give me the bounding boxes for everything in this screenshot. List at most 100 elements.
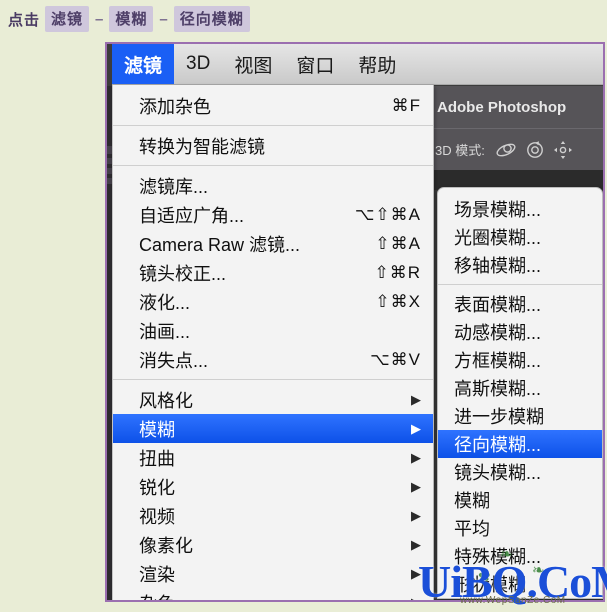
menu-item-风格化[interactable]: 风格化 ▶ <box>113 385 433 414</box>
menu-item-CameraRaw滤镜[interactable]: Camera Raw 滤镜... ⇧⌘A <box>113 229 433 258</box>
filter-dropdown-menu: 添加杂色 ⌘F 转换为智能滤镜 滤镜库... 自适应广角... ⌥⇧⌘A Camera Ra… <box>112 85 434 602</box>
menu-item-shortcut: ⌥⇧⌘A <box>354 204 421 224</box>
menu-item-label: 扭曲 <box>139 448 175 469</box>
menu-item-模糊[interactable]: 模糊 ▶ <box>113 414 433 443</box>
menu-item-label: Camera Raw 滤镜... <box>139 234 301 255</box>
menu-item-label: 表面模糊... <box>454 295 542 315</box>
menu-item-shortcut: ⌘F <box>391 95 421 115</box>
menu-item-shortcut: ⇧⌘R <box>374 262 421 282</box>
menu-item-场景模糊[interactable]: 场景模糊... <box>438 195 602 223</box>
menu-item-label: 模糊 <box>454 491 490 511</box>
menubar-item-2[interactable]: 视图 <box>222 44 284 84</box>
3d-mode-label: 3D 模式: <box>435 143 485 158</box>
menu-item-label: 进一步模糊 <box>454 407 544 427</box>
submenu-arrow-icon: ▶ <box>411 536 421 552</box>
menu-separator <box>113 165 433 166</box>
menu-item-高斯模糊[interactable]: 高斯模糊... <box>438 374 602 402</box>
3d-pan-icon[interactable] <box>553 140 573 160</box>
menubar-item-0[interactable]: 滤镜 <box>112 44 175 84</box>
submenu-arrow-icon: ▶ <box>411 594 421 602</box>
menu-item-特殊模糊[interactable]: 特殊模糊... <box>438 542 602 570</box>
menu-item-label: 光圈模糊... <box>454 228 542 248</box>
menu-item-label: 渲染 <box>139 564 175 585</box>
menu-item-镜头校正[interactable]: 镜头校正... ⇧⌘R <box>113 258 433 287</box>
menu-item-label: 形状模糊 <box>454 575 526 595</box>
menu-item-形状模糊[interactable]: 形状模糊 <box>438 570 602 598</box>
menu-item-label: 移轴模糊... <box>454 256 542 276</box>
filter-menu-root: 滤镜 3D 视图 窗口 帮助 添加杂色 ⌘F 转换为智能滤镜 滤镜库... 自适应广角... ⌥⇧… <box>112 44 603 602</box>
menu-item-label: 特殊模糊... <box>454 547 542 567</box>
menu-item-渲染[interactable]: 渲染 ▶ <box>113 559 433 588</box>
menu-item-滤镜库[interactable]: 滤镜库... <box>113 171 433 200</box>
menu-item-label: 模糊 <box>139 419 175 440</box>
3d-roll-icon[interactable] <box>524 140 546 160</box>
menu-item-移轴模糊[interactable]: 移轴模糊... <box>438 251 602 279</box>
menu-item-label: 滤镜库... <box>139 176 209 197</box>
menu-item-锐化[interactable]: 锐化 ▶ <box>113 472 433 501</box>
menu-item-label: 添加杂色 <box>139 96 211 117</box>
breadcrumb-lead: 点击 <box>8 11 41 29</box>
menu-item-label: 动感模糊... <box>454 323 542 343</box>
3d-orbit-icon[interactable] <box>495 140 517 160</box>
menu-item-扭曲[interactable]: 扭曲 ▶ <box>113 443 433 472</box>
menu-item-视频[interactable]: 视频 ▶ <box>113 501 433 530</box>
menu-item-label: 消失点... <box>139 350 209 371</box>
menu-item-shortcut: ⌥⌘V <box>370 349 421 369</box>
breadcrumb-chip-filter[interactable]: 滤镜 <box>45 6 90 32</box>
menu-item-label: 自适应广角... <box>139 205 245 226</box>
photoshop-3d-toolbar: 3D 模式: <box>429 128 603 170</box>
menubar-item-1[interactable]: 3D <box>174 44 222 84</box>
menu-item-label: 镜头模糊... <box>454 463 542 483</box>
breadcrumb: 点击 滤镜 – 模糊 – 径向模糊 <box>0 0 607 38</box>
menu-item-label: 像素化 <box>139 535 193 556</box>
menubar-item-4[interactable]: 帮助 <box>346 44 408 84</box>
menu-separator <box>113 379 433 380</box>
menu-item-添加杂色[interactable]: 添加杂色 ⌘F <box>113 91 433 120</box>
submenu-arrow-icon: ▶ <box>411 420 421 436</box>
photoshop-title: Adobe Photoshop <box>437 98 567 116</box>
menubar-item-3[interactable]: 窗口 <box>284 44 346 84</box>
menu-item-转换为智能滤镜[interactable]: 转换为智能滤镜 <box>113 131 433 160</box>
menu-item-表面模糊[interactable]: 表面模糊... <box>438 290 602 318</box>
breadcrumb-chip-blur[interactable]: 模糊 <box>109 6 154 32</box>
menu-item-像素化[interactable]: 像素化 ▶ <box>113 530 433 559</box>
menu-item-label: 视频 <box>139 506 175 527</box>
menu-item-镜头模糊[interactable]: 镜头模糊... <box>438 458 602 486</box>
menu-item-label: 方框模糊... <box>454 351 542 371</box>
submenu-arrow-icon: ▶ <box>411 507 421 523</box>
breadcrumb-separator-2: – <box>159 10 168 28</box>
menu-item-方框模糊[interactable]: 方框模糊... <box>438 346 602 374</box>
menu-item-进一步模糊[interactable]: 进一步模糊 <box>438 402 602 430</box>
menu-separator <box>113 125 433 126</box>
menu-item-label: 平均 <box>454 519 490 539</box>
blur-submenu: 场景模糊... 光圈模糊... 移轴模糊... 表面模糊... 动感模糊... 方框模糊.… <box>437 187 603 599</box>
menu-item-径向模糊[interactable]: 径向模糊... <box>438 430 602 458</box>
menu-item-label: 风格化 <box>139 390 193 411</box>
menu-item-label: 镜头校正... <box>139 263 227 284</box>
photoshop-titlebar: Adobe Photoshop <box>429 86 603 128</box>
menu-item-label: 杂色 <box>139 590 175 601</box>
menu-item-label: 转换为智能滤镜 <box>139 136 265 157</box>
menu-item-光圈模糊[interactable]: 光圈模糊... <box>438 223 602 251</box>
breadcrumb-separator-1: – <box>95 10 104 28</box>
menu-item-label: 液化... <box>139 292 191 313</box>
submenu-arrow-icon: ▶ <box>411 478 421 494</box>
menu-item-消失点[interactable]: 消失点... ⌥⌘V <box>113 345 433 374</box>
menu-item-油画[interactable]: 油画... <box>113 316 433 345</box>
submenu-arrow-icon: ▶ <box>411 449 421 465</box>
menu-item-液化[interactable]: 液化... ⇧⌘X <box>113 287 433 316</box>
submenu-arrow-icon: ▶ <box>411 391 421 407</box>
menu-item-动感模糊[interactable]: 动感模糊... <box>438 318 602 346</box>
menu-item-平均[interactable]: 平均 <box>438 514 602 542</box>
menu-item-label: 径向模糊... <box>454 435 542 455</box>
menu-item-label: 锐化 <box>139 477 175 498</box>
menu-item-模糊[interactable]: 模糊 <box>438 486 602 514</box>
menu-item-shortcut: ⇧⌘X <box>375 291 421 311</box>
menu-item-杂色[interactable]: 杂色 ▶ <box>113 588 433 602</box>
menu-item-shortcut: ⇧⌘A <box>375 233 421 253</box>
menu-item-label: 油画... <box>139 321 191 342</box>
menu-separator <box>438 284 602 285</box>
breadcrumb-chip-radial-blur[interactable]: 径向模糊 <box>173 6 250 32</box>
menu-item-label: 场景模糊... <box>454 200 542 220</box>
menu-item-自适应广角[interactable]: 自适应广角... ⌥⇧⌘A <box>113 200 433 229</box>
